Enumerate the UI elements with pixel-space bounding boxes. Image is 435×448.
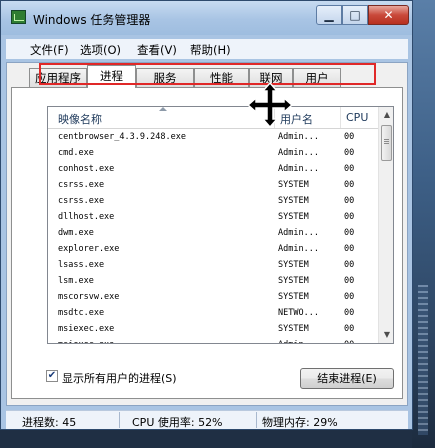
process-cpu: 00 [344,308,355,318]
process-user: SYSTEM [278,212,309,222]
process-name: dwm.exe [58,228,94,238]
column-cpu[interactable]: CPU [346,111,368,124]
close-button[interactable]: ✕ [368,5,409,25]
process-cpu: 00 [344,260,355,270]
process-user: SYSTEM [278,276,309,286]
process-row[interactable]: dwm.exe Admin... 00 [48,225,378,241]
process-cpu: 00 [344,244,355,254]
menu-file[interactable]: 文件(F) [30,42,69,58]
process-cpu: 00 [344,340,354,343]
app-icon [11,10,26,24]
checkmark-icon: ✔ [47,370,57,381]
scroll-up-icon[interactable]: ▲ [379,107,393,123]
process-name: csrss.exe [58,180,105,190]
vertical-scrollbar[interactable]: ▲ ▼ [378,107,393,343]
process-name: conhost.exe [58,164,115,174]
end-process-button[interactable]: 结束进程(E) [300,368,394,389]
process-list: 映像名称 用户名 CPU centbrowser_4.3.9.248.exe Ad… [47,106,394,344]
process-cpu: 00 [344,324,355,334]
scroll-down-icon[interactable]: ▼ [379,327,393,343]
process-user: Admin... [278,340,319,343]
process-row[interactable]: mscorsvw.exe SYSTEM 00 [48,289,378,305]
process-row[interactable]: msdtc.exe NETWO... 00 [48,305,378,321]
process-row[interactable]: dllhost.exe SYSTEM 00 [48,209,378,225]
column-divider[interactable] [340,107,341,128]
process-user: SYSTEM [278,292,309,302]
process-row[interactable]: centbrowser_4.3.9.248.exe Admin... 00 [48,129,378,145]
process-user: SYSTEM [278,196,309,206]
process-name: explorer.exe [58,244,120,254]
process-row[interactable]: cmd.exe Admin... 00 [48,145,378,161]
menu-help[interactable]: 帮助(H) [190,42,231,58]
process-name: dllhost.exe [58,212,115,222]
process-name: mscorsvw.exe [58,292,120,302]
process-row[interactable]: msiexec.exe SYSTEM 00 [48,321,378,337]
desktop-background [412,0,435,448]
process-rows: centbrowser_4.3.9.248.exe Admin... 00 cmd.e… [48,129,378,343]
process-name: msiexec.exe [58,340,114,343]
process-user: Admin... [278,228,319,238]
process-user: SYSTEM [278,260,309,270]
tab-content-area: 应用程序 进程 服务 性能 联网 用户 映像名称 用户名 CPU centbro… [6,62,408,406]
process-user: SYSTEM [278,324,309,334]
process-cpu: 00 [344,196,355,206]
process-user: SYSTEM [278,180,309,190]
process-user: Admin... [278,132,319,142]
process-name: msdtc.exe [58,308,105,318]
process-cpu: 00 [344,132,355,142]
title-bar[interactable]: Windows 任务管理器 ▁ □ ✕ [1,1,412,35]
process-name: cmd.exe [58,148,94,158]
column-image-name[interactable]: 映像名称 [58,111,102,127]
list-header: 映像名称 用户名 CPU [48,107,378,129]
process-name: lsass.exe [58,260,105,270]
process-row[interactable]: csrss.exe SYSTEM 00 [48,193,378,209]
sort-arrow-icon [159,107,167,111]
status-divider [119,412,120,428]
show-all-users-checkbox[interactable]: ✔ [46,370,58,382]
process-name: msiexec.exe [58,324,115,334]
process-cpu: 00 [344,292,355,302]
process-cpu: 00 [344,164,355,174]
process-cpu: 00 [344,180,355,190]
process-user: NETWO... [278,308,319,318]
process-row[interactable]: lsass.exe SYSTEM 00 [48,257,378,273]
maximize-button[interactable]: □ [342,5,368,25]
highlight-annotation [39,63,376,85]
status-bar: 进程数: 45 CPU 使用率: 52% 物理内存: 29% [6,410,408,429]
menu-view[interactable]: 查看(V) [137,42,177,58]
task-manager-window: Windows 任务管理器 ▁ □ ✕ 文件(F) 选项(O) 查看(V) 帮助… [0,0,413,430]
process-cpu: 00 [344,276,355,286]
scroll-thumb[interactable] [381,125,392,161]
minimize-button[interactable]: ▁ [316,5,342,25]
show-all-users-label[interactable]: 显示所有用户的进程(S) [62,370,177,386]
window-title: Windows 任务管理器 [33,13,151,27]
process-cpu: 00 [344,228,355,238]
status-divider [256,412,257,428]
process-cpu: 00 [344,212,355,222]
process-row[interactable]: lsm.exe SYSTEM 00 [48,273,378,289]
process-row[interactable]: msiexec.exe Admin... 00 [48,337,378,343]
process-user: Admin... [278,244,319,254]
menu-options[interactable]: 选项(O) [80,42,121,58]
process-user: Admin... [278,164,319,174]
process-row[interactable]: conhost.exe Admin... 00 [48,161,378,177]
process-user: Admin... [278,148,319,158]
status-memory: 物理内存: 29% [262,416,338,429]
status-cpu-usage: CPU 使用率: 52% [132,416,223,429]
desktop-decoration [418,285,428,435]
processes-panel: 映像名称 用户名 CPU centbrowser_4.3.9.248.exe Ad… [11,87,403,399]
process-row[interactable]: csrss.exe SYSTEM 00 [48,177,378,193]
process-name: lsm.exe [58,276,94,286]
move-cursor-icon [247,82,293,128]
status-process-count: 进程数: 45 [22,416,77,429]
menu-bar: 文件(F) 选项(O) 查看(V) 帮助(H) [6,39,408,59]
process-row[interactable]: explorer.exe Admin... 00 [48,241,378,257]
process-name: csrss.exe [58,196,105,206]
process-cpu: 00 [344,148,355,158]
process-name: centbrowser_4.3.9.248.exe [58,132,186,142]
